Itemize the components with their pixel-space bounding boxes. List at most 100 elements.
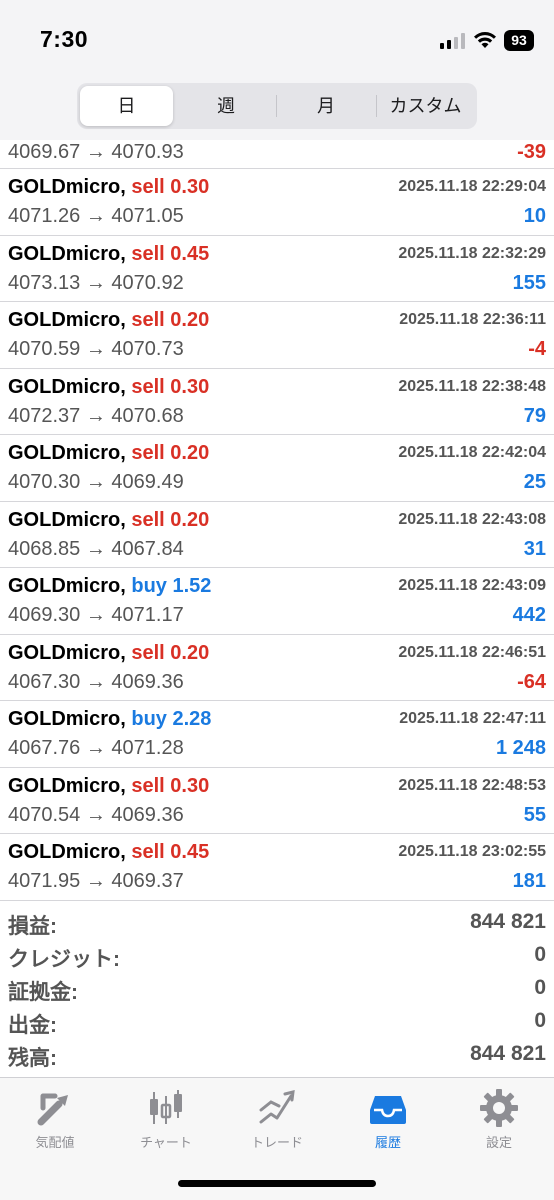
deal-row[interactable]: GOLDmicro, buy 1.52 2025.11.18 22:43:09 …	[0, 568, 554, 635]
summary-row-credit: クレジット: 0	[0, 941, 554, 974]
deal-price: 4073.13 → 4070.92	[8, 271, 184, 294]
deal-type: buy 1.52	[131, 575, 212, 597]
summary-value: 0	[534, 976, 546, 999]
tab-chart[interactable]: チャート	[116, 1088, 216, 1158]
deal-symbol: GOLDmicro,	[8, 575, 126, 597]
deal-price: 4067.30 → 4069.36	[8, 670, 184, 693]
tab-settings[interactable]: 設定	[449, 1088, 549, 1158]
deal-type: sell 0.20	[131, 442, 210, 464]
deal-row[interactable]: GOLDmicro, sell 0.30 2025.11.18 22:38:48…	[0, 369, 554, 435]
summary-label: 損益:	[8, 915, 57, 938]
deal-row[interactable]: GOLDmicro, sell 0.30 2025.11.18 22:29:04…	[0, 169, 554, 236]
summary-row-margin: 証拠金: 0	[0, 974, 554, 1007]
deal-row[interactable]: GOLDmicro, sell 0.20 2025.11.18 22:42:04…	[0, 435, 554, 502]
summary-row-profit: 損益: 844 821	[0, 908, 554, 941]
deal-symbol: GOLDmicro,	[8, 375, 126, 398]
history-icon	[370, 1096, 406, 1124]
deal-profit: 25	[523, 471, 546, 493]
deal-symbol-line: GOLDmicro, sell 0.20	[8, 309, 209, 332]
deal-price: 4069.30 → 4071.17	[8, 604, 184, 626]
deal-time: 2025.11.18 22:42:04	[398, 444, 546, 461]
battery-icon: 93	[504, 30, 534, 51]
deal-profit: 155	[512, 271, 546, 294]
deal-time: 2025.11.18 22:48:53	[398, 776, 546, 794]
tab-quotes[interactable]: 気配値	[5, 1088, 105, 1158]
deal-profit: -64	[517, 670, 546, 693]
trade-icon	[259, 1090, 295, 1124]
deal-price: 4069.67 → 4070.93	[8, 141, 184, 163]
tab-trade[interactable]: トレード	[227, 1088, 327, 1158]
deal-time: 2025.11.18 22:43:08	[398, 510, 546, 528]
deal-symbol: GOLDmicro,	[8, 442, 126, 464]
deal-row[interactable]: GOLDmicro, sell 0.20 2025.11.18 22:43:08…	[0, 502, 554, 568]
tab-month[interactable]: 月	[277, 86, 375, 126]
deal-row[interactable]: GOLDmicro, sell 0.30 2025.11.18 22:48:53…	[0, 768, 554, 834]
tab-label: 気配値	[35, 1135, 75, 1150]
summary-value: 0	[534, 1009, 546, 1032]
deal-type: sell 0.30	[131, 375, 210, 398]
deal-row[interactable]: GOLDmicro, sell 0.45 2025.11.18 22:32:29…	[0, 236, 554, 302]
deal-time: 2025.11.18 22:29:04	[398, 178, 546, 195]
deal-symbol: GOLDmicro,	[8, 242, 126, 265]
deal-type: sell 0.20	[131, 508, 210, 531]
tab-label: 履歴	[374, 1135, 401, 1150]
deal-row[interactable]: 4069.67 → 4070.93 -39	[0, 140, 554, 169]
deal-symbol: GOLDmicro,	[8, 774, 126, 797]
summary-value: 844 821	[470, 910, 546, 933]
settings-icon	[480, 1089, 518, 1127]
deal-price: 4068.85 → 4067.84	[8, 537, 184, 560]
deal-profit: 55	[523, 803, 546, 826]
deal-symbol-line: GOLDmicro, sell 0.45	[8, 243, 209, 266]
cellular-signal-icon	[440, 33, 466, 49]
deal-symbol: GOLDmicro,	[8, 841, 126, 863]
chart-icon	[150, 1090, 182, 1124]
deal-row[interactable]: GOLDmicro, buy 2.28 2025.11.18 22:47:11 …	[0, 701, 554, 768]
deal-history-list: 4069.67 → 4070.93 -39 GOLDmicro, sell 0.…	[0, 140, 554, 901]
deal-price: 4071.95 → 4069.37	[8, 870, 184, 892]
deal-symbol: GOLDmicro,	[8, 708, 126, 730]
deal-symbol-line: GOLDmicro, sell 0.20	[8, 509, 209, 532]
quotes-icon	[37, 1093, 68, 1126]
deal-profit: 10	[523, 205, 546, 227]
deal-type: buy 2.28	[131, 708, 212, 730]
deal-row[interactable]: GOLDmicro, sell 0.20 2025.11.18 22:46:51…	[0, 635, 554, 701]
deal-time: 2025.11.18 22:47:11	[399, 710, 546, 727]
deal-price: 4067.76 → 4071.28	[8, 737, 184, 759]
deal-symbol-line: GOLDmicro, sell 0.45	[8, 841, 209, 864]
summary-row-withdrawal: 出金: 0	[0, 1007, 554, 1040]
deal-row[interactable]: GOLDmicro, sell 0.20 2025.11.18 22:36:11…	[0, 302, 554, 369]
summary-label: 証拠金:	[8, 981, 78, 1004]
wifi-icon	[474, 32, 496, 48]
tab-custom[interactable]: カスタム	[377, 86, 474, 126]
deal-symbol: GOLDmicro,	[8, 508, 126, 531]
tab-label: チャート	[140, 1135, 192, 1150]
deal-type: sell 0.30	[131, 176, 210, 198]
deal-symbol-line: GOLDmicro, sell 0.30	[8, 376, 209, 399]
deal-profit: -4	[528, 338, 546, 360]
deal-symbol: GOLDmicro,	[8, 641, 126, 664]
deal-price: 4070.54 → 4069.36	[8, 803, 184, 826]
deal-symbol: GOLDmicro,	[8, 176, 126, 198]
status-time: 7:30	[40, 26, 89, 52]
deal-price: 4070.30 → 4069.49	[8, 471, 184, 493]
deal-time: 2025.11.18 22:38:48	[398, 377, 546, 395]
deal-type: sell 0.20	[131, 309, 210, 331]
deal-symbol-line: GOLDmicro, buy 2.28	[8, 708, 211, 731]
summary-value: 844 821	[470, 1042, 546, 1065]
summary-value: 0	[534, 943, 546, 966]
summary-label: 出金:	[8, 1014, 57, 1037]
account-summary: 損益: 844 821 クレジット: 0 証拠金: 0 出金: 0 残高: 84…	[0, 908, 554, 1073]
deal-time: 2025.11.18 23:02:55	[398, 843, 546, 860]
tab-week[interactable]: 週	[177, 86, 275, 126]
deal-type: sell 0.45	[131, 242, 210, 265]
deal-price: 4070.59 → 4070.73	[8, 338, 184, 360]
tab-history[interactable]: 履歴	[338, 1088, 438, 1158]
deal-price: 4072.37 → 4070.68	[8, 404, 184, 427]
deal-symbol-line: GOLDmicro, buy 1.52	[8, 575, 211, 598]
deal-profit: 1 248	[495, 737, 546, 759]
deal-row[interactable]: GOLDmicro, sell 0.45 2025.11.18 23:02:55…	[0, 834, 554, 901]
tab-day[interactable]: 日	[80, 86, 173, 126]
deal-profit: 31	[523, 537, 546, 560]
deal-symbol-line: GOLDmicro, sell 0.20	[8, 642, 209, 665]
summary-label: クレジット:	[8, 948, 120, 971]
